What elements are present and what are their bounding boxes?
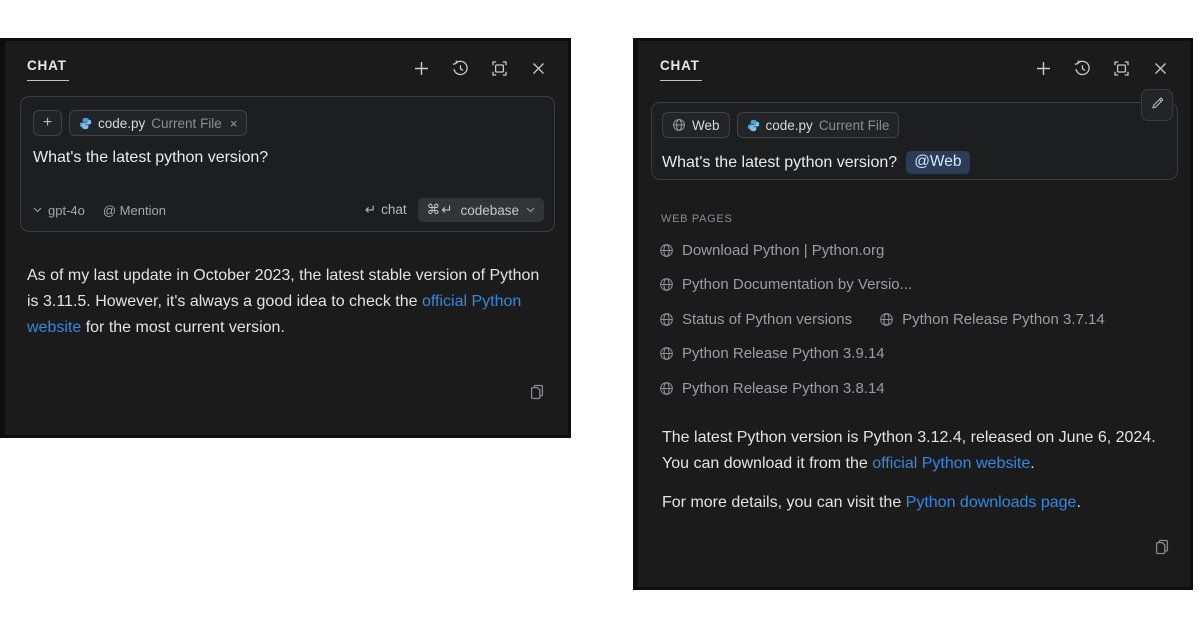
web-page-link[interactable]: Download Python | Python.org xyxy=(659,242,884,259)
globe-icon xyxy=(659,243,674,258)
web-pages-list: Download Python | Python.org Python Docu… xyxy=(659,233,1172,406)
cmd-enter-glyph: ⌘↵ xyxy=(427,202,454,218)
web-page-row: Download Python | Python.org xyxy=(659,233,1172,268)
globe-icon xyxy=(659,381,674,396)
web-page-link[interactable]: Status of Python versions xyxy=(659,311,852,328)
codebase-label: codebase xyxy=(460,203,519,218)
response-paragraph: For more details, you can visit the Pyth… xyxy=(662,490,1168,516)
chat-input-box[interactable]: + code.py Current File × What's the late… xyxy=(20,96,555,232)
web-page-row: Status of Python versions Python Release… xyxy=(659,302,1172,337)
globe-icon xyxy=(659,346,674,361)
copy-icon[interactable] xyxy=(1153,538,1171,561)
response-text: for the most current version. xyxy=(81,319,285,336)
close-icon[interactable] xyxy=(1150,58,1170,78)
web-page-row: Python Release Python 3.8.14 xyxy=(659,371,1172,406)
chat-tab-title[interactable]: CHAT xyxy=(660,56,702,81)
new-chat-icon[interactable] xyxy=(1033,58,1053,78)
history-icon[interactable] xyxy=(450,58,470,78)
chip-context-label: Current File xyxy=(151,116,222,131)
chip-label: Web xyxy=(692,118,720,133)
python-file-icon xyxy=(747,119,760,132)
panel-header: CHAT xyxy=(638,41,1190,81)
chevron-down-icon xyxy=(526,207,535,213)
globe-icon xyxy=(879,312,894,327)
new-chat-icon[interactable] xyxy=(411,58,431,78)
chat-tab-title[interactable]: CHAT xyxy=(27,56,69,81)
chip-filename: code.py xyxy=(98,116,145,131)
chip-filename: code.py xyxy=(766,118,813,133)
codebase-submit-button[interactable]: ⌘↵ codebase xyxy=(418,198,544,222)
user-question-text[interactable]: What's the latest python version? @Web xyxy=(662,151,1167,174)
web-page-link[interactable]: Python Release Python 3.7.14 xyxy=(879,311,1105,328)
chip-context-label: Current File xyxy=(819,118,890,133)
pencil-icon xyxy=(1150,96,1164,115)
model-name: gpt-4o xyxy=(48,203,85,218)
globe-icon xyxy=(659,312,674,327)
web-page-row: Python Release Python 3.9.14 xyxy=(659,337,1172,372)
context-chips-row: + code.py Current File × xyxy=(33,110,542,136)
chat-input-box[interactable]: Web code.py Current File What's the late… xyxy=(651,102,1178,180)
mention-button[interactable]: @ Mention xyxy=(103,203,166,218)
python-file-icon xyxy=(79,117,92,130)
globe-icon xyxy=(659,277,674,292)
model-selector[interactable]: gpt-4o xyxy=(33,203,85,218)
globe-icon xyxy=(672,118,686,132)
web-mention-token[interactable]: @Web xyxy=(906,151,969,174)
expand-icon[interactable] xyxy=(489,58,509,78)
file-context-chip[interactable]: code.py Current File xyxy=(737,112,900,138)
assistant-response: The latest Python version is Python 3.12… xyxy=(662,425,1168,516)
web-page-link[interactable]: Python Release Python 3.8.14 xyxy=(659,380,885,397)
user-question-text[interactable]: What's the latest python version? xyxy=(33,149,542,167)
assistant-response: As of my last update in October 2023, th… xyxy=(27,263,550,341)
input-toolbar: gpt-4o @ Mention ↵chat ⌘↵ codebase xyxy=(33,198,544,222)
official-python-website-link[interactable]: official Python website xyxy=(872,455,1030,472)
edit-message-button[interactable] xyxy=(1141,89,1173,121)
expand-icon[interactable] xyxy=(1111,58,1131,78)
chevron-down-icon xyxy=(33,207,42,213)
enter-key-glyph: ↵ xyxy=(365,202,376,217)
web-pages-section-label: WEB PAGES xyxy=(661,213,1190,225)
web-page-link[interactable]: Python Release Python 3.9.14 xyxy=(659,345,885,362)
copy-icon[interactable] xyxy=(528,383,546,406)
chat-submit-hint[interactable]: ↵chat xyxy=(365,202,407,218)
header-icons xyxy=(1033,58,1170,78)
context-chips-row: Web code.py Current File xyxy=(662,112,1167,138)
chip-close-icon[interactable]: × xyxy=(230,116,238,131)
submit-actions: ↵chat ⌘↵ codebase xyxy=(365,198,544,222)
panel-header: CHAT xyxy=(5,41,568,81)
python-downloads-page-link[interactable]: Python downloads page xyxy=(906,494,1077,511)
chat-panel-left: CHAT + xyxy=(0,38,571,438)
add-context-button[interactable]: + xyxy=(33,110,62,136)
response-paragraph: The latest Python version is Python 3.12… xyxy=(662,425,1168,477)
close-icon[interactable] xyxy=(528,58,548,78)
header-icons xyxy=(411,58,548,78)
web-page-link[interactable]: Python Documentation by Versio... xyxy=(659,276,912,293)
chat-panel-right: CHAT xyxy=(633,38,1193,590)
history-icon[interactable] xyxy=(1072,58,1092,78)
web-context-chip[interactable]: Web xyxy=(662,112,730,138)
file-context-chip[interactable]: code.py Current File × xyxy=(69,110,247,136)
web-page-row: Python Documentation by Versio... xyxy=(659,268,1172,303)
